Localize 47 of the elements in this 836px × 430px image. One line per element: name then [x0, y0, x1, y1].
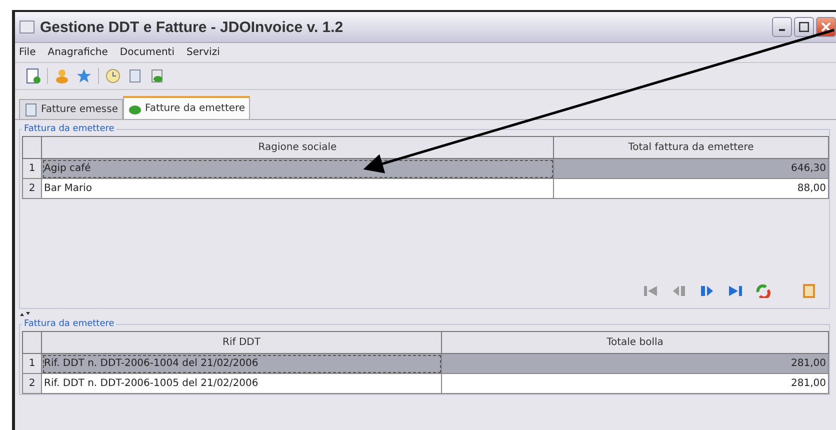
last-record-icon[interactable]	[727, 284, 743, 298]
table-cell: Bar Mario	[42, 178, 554, 198]
table-cell: 88,00	[554, 178, 828, 198]
row-number: 1	[22, 354, 42, 374]
corner-cell	[22, 136, 42, 158]
close-icon	[821, 22, 831, 32]
refresh-icon[interactable]	[755, 284, 771, 298]
group-title: Fattura da emettere	[23, 319, 116, 329]
menu-item[interactable]: File	[19, 47, 36, 58]
table-cell: Rif. DDT n. DDT-2006-1004 del 21/02/2006	[42, 354, 442, 374]
clipboard-icon[interactable]	[801, 284, 817, 298]
column-header[interactable]: Ragione sociale	[42, 136, 554, 158]
table-row[interactable]: 2 Bar Mario 88,00	[22, 178, 828, 198]
row-number: 2	[22, 178, 42, 198]
menu-item[interactable]: Documenti	[120, 47, 175, 58]
maximize-button[interactable]	[794, 17, 814, 37]
window-title: Gestione DDT e Fatture - JDOInvoice v. 1.2	[40, 18, 344, 36]
table-row[interactable]: 1 Agip café 646,30	[22, 158, 828, 178]
minimize-button[interactable]	[772, 17, 792, 37]
leaf-document-icon[interactable]	[149, 68, 165, 84]
tab[interactable]: Fatture da emettere	[122, 96, 250, 119]
window-icon	[19, 19, 35, 35]
table-cell: 281,00	[442, 374, 828, 394]
table-cell: Agip café	[42, 158, 554, 178]
corner-cell	[22, 332, 42, 354]
menu-item[interactable]: Servizi	[186, 47, 220, 58]
document-icon[interactable]	[127, 68, 143, 84]
splitter-arrows-icon[interactable]	[19, 311, 31, 317]
column-header[interactable]: Totale bolla	[442, 332, 828, 354]
tab[interactable]: Fatture emesse	[19, 99, 123, 119]
row-number: 1	[22, 158, 42, 178]
maximize-icon	[799, 22, 809, 32]
group-title: Fattura da emettere	[23, 124, 116, 134]
table-cell: 281,00	[442, 354, 828, 374]
column-header[interactable]: Total fattura da emettere	[554, 136, 828, 158]
new-document-icon[interactable]	[25, 68, 41, 84]
column-header[interactable]: Rif DDT	[42, 332, 442, 354]
star-icon[interactable]	[76, 68, 92, 84]
row-number: 2	[22, 374, 42, 394]
invoice-icon	[24, 102, 38, 116]
clock-icon[interactable]	[105, 68, 121, 84]
table-cell: 646,30	[554, 158, 828, 178]
next-record-icon[interactable]	[699, 284, 715, 298]
table-row[interactable]: 2 Rif. DDT n. DDT-2006-1005 del 21/02/2006 281,00	[22, 374, 828, 394]
table-cell: Rif. DDT n. DDT-2006-1005 del 21/02/2006	[42, 374, 442, 394]
table-row[interactable]: 1 Rif. DDT n. DDT-2006-1004 del 21/02/2006 281,00	[22, 354, 828, 374]
menu-item[interactable]: Anagrafiche	[48, 47, 108, 58]
